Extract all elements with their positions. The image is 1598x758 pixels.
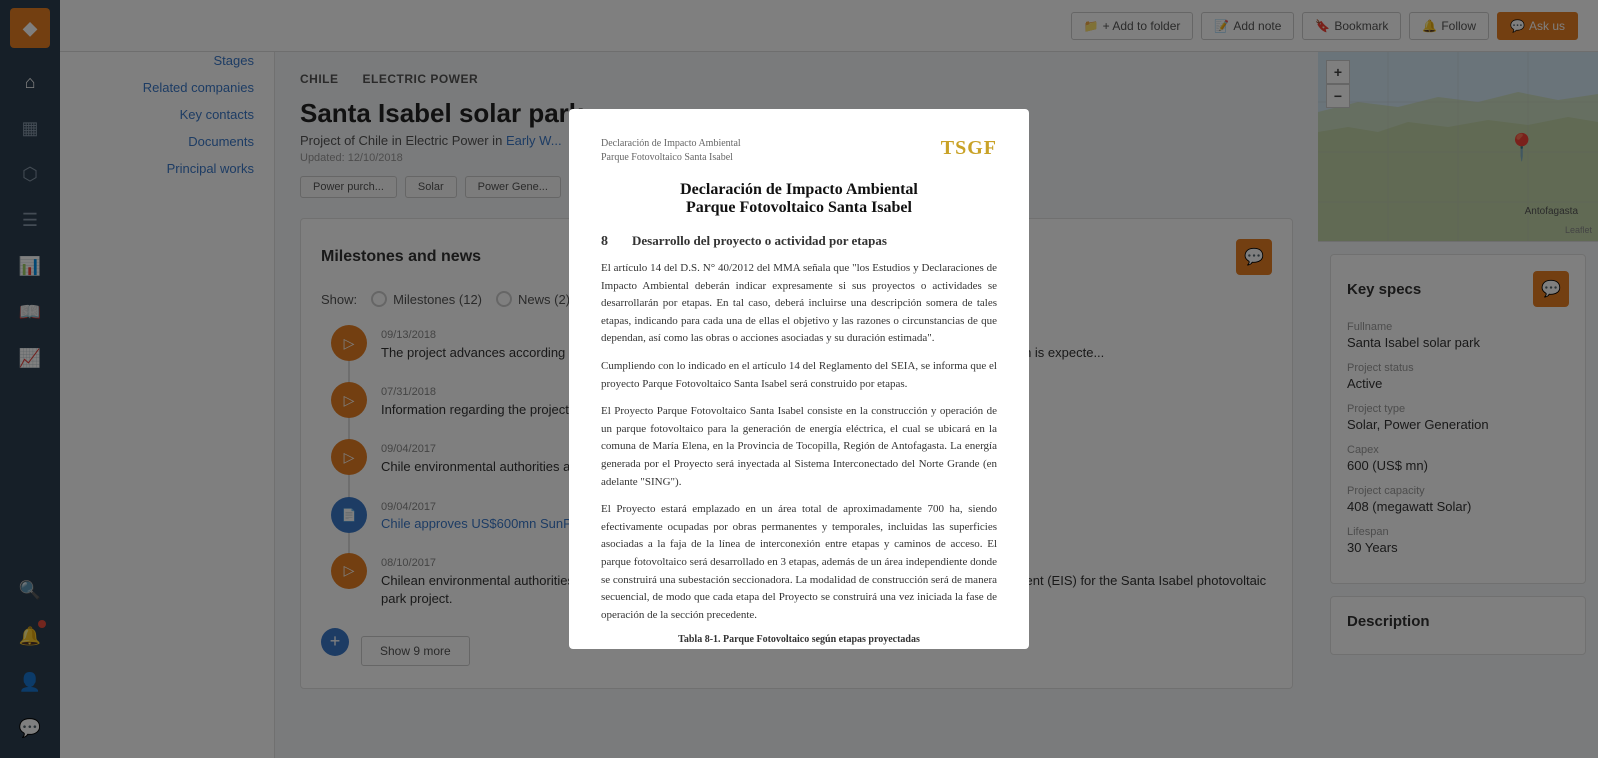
document-modal: Declaración de Impacto Ambiental Parque … bbox=[569, 109, 1029, 649]
modal-para-2: Cumpliendo con lo indicado en el artícul… bbox=[601, 358, 997, 393]
modal-para-3: El Proyecto Parque Fotovoltaico Santa Is… bbox=[601, 403, 997, 491]
modal-table-caption: Tabla 8-1. Parque Fotovoltaico según eta… bbox=[601, 634, 997, 645]
modal-logo: TSGF bbox=[941, 137, 997, 160]
modal-main-title: Declaración de Impacto Ambiental Parque … bbox=[601, 181, 997, 217]
modal-header: Declaración de Impacto Ambiental Parque … bbox=[601, 137, 997, 165]
modal-para-4: El Proyecto estará emplazado en un área … bbox=[601, 501, 997, 624]
modal-section-num: 8 bbox=[601, 234, 608, 250]
modal-overlay[interactable]: Declaración de Impacto Ambiental Parque … bbox=[0, 0, 1598, 758]
modal-doc-subtitle: Declaración de Impacto Ambiental Parque … bbox=[601, 137, 741, 165]
modal-para-1: El artículo 14 del D.S. N° 40/2012 del M… bbox=[601, 260, 997, 348]
modal-section-title: Desarrollo del proyecto o actividad por … bbox=[632, 233, 887, 249]
